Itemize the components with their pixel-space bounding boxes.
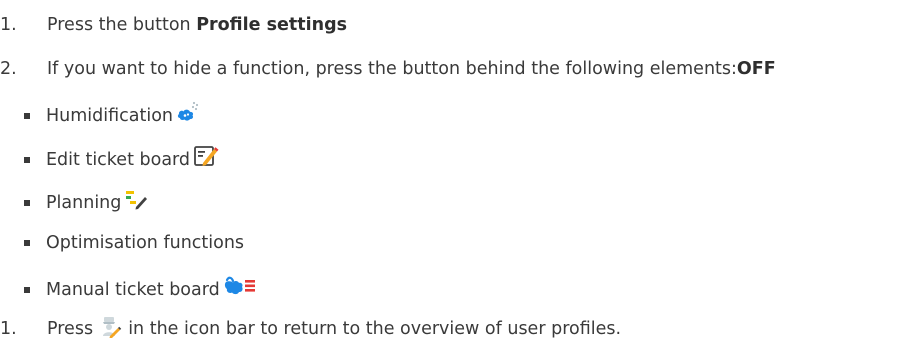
list-item-label: Edit ticket board xyxy=(46,149,191,170)
step-text: Press the button xyxy=(47,15,197,35)
bullet-marker xyxy=(24,240,30,246)
list-item-planning: Planning xyxy=(24,187,150,218)
step-number: 1. xyxy=(0,319,17,339)
instruction-document: 1. Press the button Profile settings 2. If… xyxy=(0,0,906,350)
step-hide-function: 2. If you want to hide a function, press … xyxy=(0,57,776,81)
list-item-label: Manual ticket board xyxy=(46,279,220,300)
step-number: 1. xyxy=(0,15,17,35)
step-text: If you want to hide a function, press th… xyxy=(47,59,737,79)
step-number: 2. xyxy=(0,59,17,79)
bullet-marker xyxy=(24,199,30,206)
list-item-manual-ticket-board: Manual ticket board xyxy=(24,274,257,305)
profile-settings-label: Profile settings xyxy=(196,15,348,35)
step-text-before: Press xyxy=(47,319,99,339)
list-item-label: Planning xyxy=(46,192,122,213)
list-item-label: Humidification xyxy=(46,105,174,126)
humidification-icon xyxy=(176,100,202,131)
list-item-humidification: Humidification xyxy=(24,100,202,131)
off-label: OFF xyxy=(736,59,776,79)
planning-icon xyxy=(124,187,150,218)
list-item-label: Optimisation functions xyxy=(46,233,245,253)
user-profile-edit-icon xyxy=(100,316,122,345)
manual-ticket-board-icon xyxy=(223,274,257,305)
bullet-marker xyxy=(24,156,30,163)
list-item-edit-ticket-board: Edit ticket board xyxy=(24,144,219,175)
list-item-optimisation-functions: Optimisation functions xyxy=(24,231,244,255)
bullet-marker xyxy=(24,112,30,119)
step-text-after: in the icon bar to return to the overvie… xyxy=(122,319,622,339)
step-return-to-overview: 1. Press in the icon bar to return to the… xyxy=(0,316,621,345)
edit-ticket-board-icon xyxy=(193,144,219,175)
bullet-marker xyxy=(24,286,30,293)
step-profile-settings: 1. Press the button Profile settings xyxy=(0,13,347,37)
